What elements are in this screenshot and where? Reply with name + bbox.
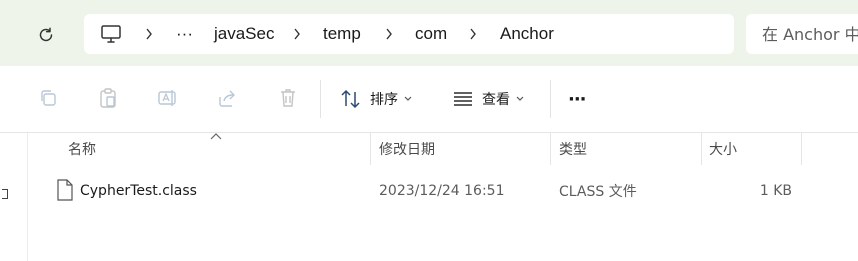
breadcrumb-item-anchor[interactable]: Anchor: [500, 14, 554, 54]
address-bar-area: ··· javaSec temp com Anchor: [0, 0, 858, 66]
column-divider[interactable]: [370, 133, 371, 165]
breadcrumb[interactable]: ··· javaSec temp com Anchor: [84, 14, 734, 54]
column-divider[interactable]: [550, 133, 551, 165]
file-size: 1 KB: [759, 183, 792, 199]
search-input[interactable]: [762, 14, 858, 54]
command-bar: 排序 查看 ···: [0, 66, 858, 133]
chevron-down-icon: [404, 96, 412, 101]
breadcrumb-overflow[interactable]: ···: [176, 14, 193, 54]
sort-ascending-icon: [210, 133, 222, 140]
sort-button[interactable]: 排序: [340, 84, 412, 114]
file-name[interactable]: CypherTest.class: [80, 173, 197, 209]
column-divider[interactable]: [801, 133, 802, 165]
share-icon: [219, 90, 235, 107]
copy-icon: [41, 90, 56, 106]
chevron-right-icon[interactable]: [142, 26, 156, 42]
this-pc-button[interactable]: [100, 14, 122, 54]
paste-button[interactable]: [96, 86, 120, 110]
sort-label: 排序: [370, 92, 398, 108]
more-options-button[interactable]: ···: [568, 84, 586, 114]
column-header-name[interactable]: 名称: [68, 133, 96, 165]
paste-icon: [100, 88, 116, 108]
toolbar-divider: [550, 80, 551, 118]
rename-icon: [158, 90, 176, 106]
trash-icon: [281, 89, 295, 107]
rename-button[interactable]: [156, 86, 180, 110]
breadcrumb-item-temp[interactable]: temp: [323, 14, 361, 54]
file-icon: [57, 179, 73, 201]
chevron-down-icon: [516, 96, 524, 101]
breadcrumb-item-com[interactable]: com: [415, 14, 447, 54]
view-label: 查看: [482, 92, 510, 108]
monitor-icon: [101, 25, 121, 43]
breadcrumb-item-javasec[interactable]: javaSec: [214, 14, 274, 54]
copy-button[interactable]: [36, 86, 60, 110]
column-header-type[interactable]: 类型: [559, 133, 587, 165]
navigation-pane-edge: [0, 133, 28, 261]
chevron-right-icon[interactable]: [466, 26, 480, 42]
view-button[interactable]: 查看: [452, 84, 524, 114]
file-modified: 2023/12/24 16:51: [379, 183, 505, 199]
search-box[interactable]: [746, 14, 858, 54]
refresh-icon: [39, 27, 53, 42]
file-list: 名称 修改日期 类型 大小 CypherTest.class 2023/12/2…: [0, 133, 858, 261]
file-type: CLASS 文件: [559, 184, 637, 200]
column-header-size[interactable]: 大小: [709, 133, 737, 165]
chevron-right-icon[interactable]: [290, 26, 304, 42]
table-row[interactable]: CypherTest.class 2023/12/24 16:51 CLASS …: [40, 173, 858, 209]
delete-button[interactable]: [276, 86, 300, 110]
bracket-icon: [2, 189, 8, 199]
refresh-button[interactable]: [34, 23, 58, 47]
share-button[interactable]: [216, 86, 240, 110]
column-header-date[interactable]: 修改日期: [379, 133, 435, 165]
chevron-right-icon[interactable]: [382, 26, 396, 42]
toolbar-divider: [320, 80, 321, 118]
sort-icon: [341, 89, 360, 109]
view-list-icon: [454, 92, 472, 106]
column-divider[interactable]: [701, 133, 702, 165]
